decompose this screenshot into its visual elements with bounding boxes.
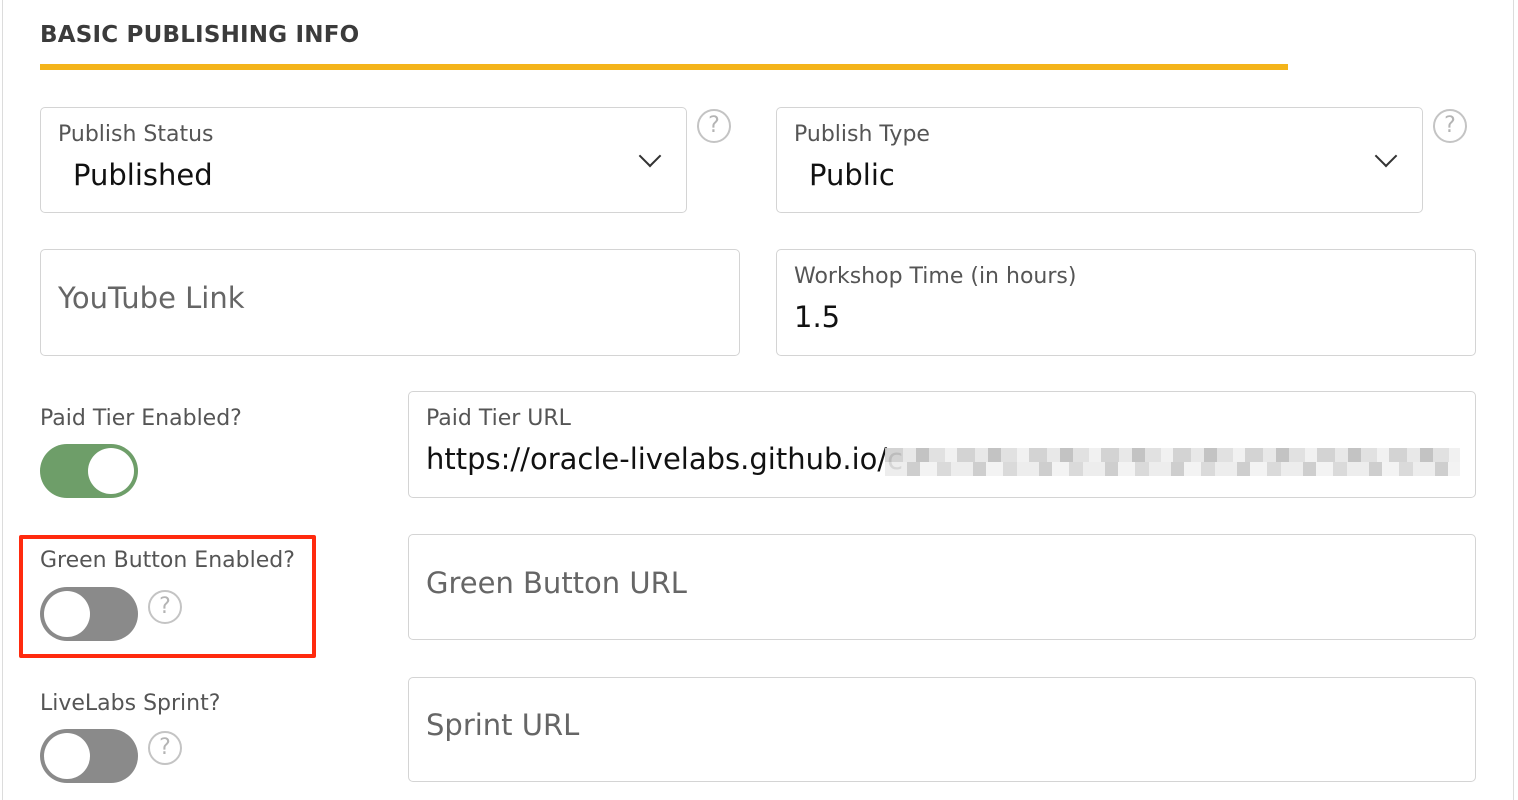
paid-tier-url-value: https://oracle-livelabs.github.io/c — [426, 442, 904, 476]
publish-status-select[interactable]: Publish Status Published — [40, 107, 687, 213]
chevron-down-icon — [638, 144, 662, 168]
publish-status-value: Published — [73, 158, 213, 192]
green-button-url-input[interactable]: Green Button URL — [408, 534, 1476, 640]
workshop-time-input[interactable]: Workshop Time (in hours) 1.5 — [776, 249, 1476, 356]
paid-tier-toggle[interactable] — [40, 444, 138, 498]
publish-type-select[interactable]: Publish Type Public — [776, 107, 1423, 213]
sprint-toggle[interactable] — [40, 729, 138, 783]
workshop-time-value: 1.5 — [794, 300, 841, 334]
help-icon[interactable]: ? — [148, 731, 182, 765]
chevron-down-icon — [1374, 144, 1398, 168]
green-button-url-placeholder: Green Button URL — [426, 566, 687, 600]
paid-tier-url-input[interactable]: Paid Tier URL https://oracle-livelabs.gi… — [408, 391, 1476, 498]
paid-tier-toggle-label: Paid Tier Enabled? — [40, 406, 242, 431]
section-title-underline — [40, 64, 1288, 70]
toggle-knob — [88, 448, 134, 494]
paid-tier-url-label: Paid Tier URL — [426, 406, 571, 431]
toggle-knob — [44, 733, 90, 779]
help-icon[interactable]: ? — [697, 109, 731, 143]
youtube-link-input[interactable]: YouTube Link — [40, 249, 740, 356]
youtube-link-placeholder: YouTube Link — [58, 281, 245, 315]
sprint-toggle-label: LiveLabs Sprint? — [40, 691, 221, 716]
help-icon[interactable]: ? — [1433, 109, 1467, 143]
sprint-url-input[interactable]: Sprint URL — [408, 677, 1476, 782]
publish-type-label: Publish Type — [794, 122, 930, 147]
redacted-url-blur — [885, 448, 1460, 476]
publish-status-label: Publish Status — [58, 122, 214, 147]
workshop-time-label: Workshop Time (in hours) — [794, 264, 1077, 289]
sprint-url-placeholder: Sprint URL — [426, 708, 580, 742]
publish-type-value: Public — [809, 158, 895, 192]
section-title: BASIC PUBLISHING INFO — [40, 22, 360, 48]
highlight-box — [19, 535, 316, 658]
